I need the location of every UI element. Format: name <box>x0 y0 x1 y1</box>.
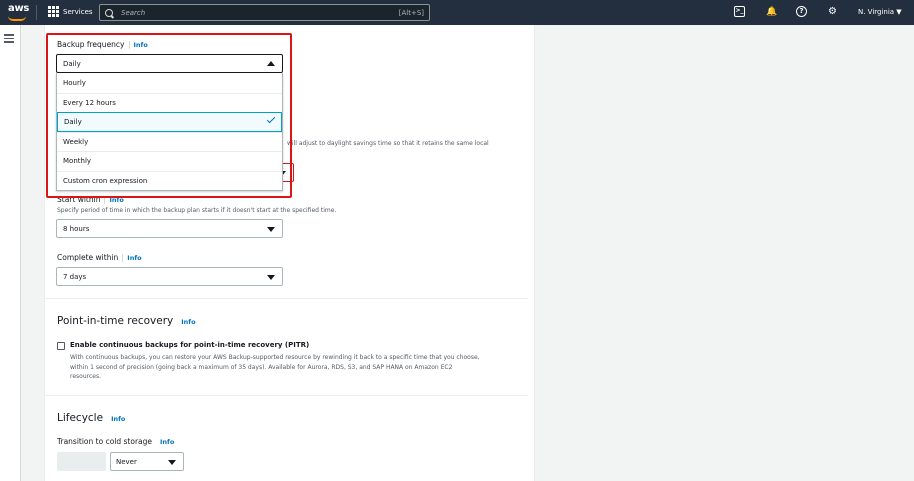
search-placeholder: Search <box>121 8 146 17</box>
search-shortcut-hint: [Alt+S] <box>398 8 424 17</box>
help-icon[interactable]: ? <box>796 6 807 17</box>
chevron-down-icon <box>168 460 176 465</box>
gear-icon[interactable]: ⚙ <box>828 6 837 18</box>
cold-storage-label-text: Transition to cold storage <box>57 437 152 446</box>
top-navigation-bar: aws Services Search [Alt+S] >_ 🔔 ? ⚙ N. … <box>0 0 914 25</box>
backup-frequency-select[interactable]: Daily <box>56 54 283 73</box>
backup-frequency-dropdown: Hourly Every 12 hours Daily Weekly Month… <box>56 73 283 191</box>
cold-storage-label: Transition to cold storage Info <box>57 437 174 446</box>
backup-frequency-label-text: Backup frequency <box>57 40 125 49</box>
option-label: Daily <box>64 117 82 126</box>
cold-storage-info-link[interactable]: Info <box>156 438 174 446</box>
start-within-value: 8 hours <box>63 224 90 233</box>
pitr-info-link[interactable]: Info <box>177 318 195 326</box>
lifecycle-heading: Lifecycle Info <box>57 412 125 424</box>
option-label: Every 12 hours <box>63 98 116 107</box>
option-monthly[interactable]: Monthly <box>57 151 282 171</box>
pitr-checkbox-label[interactable]: Enable continuous backups for point-in-t… <box>70 341 309 349</box>
checkmark-icon <box>266 114 276 124</box>
complete-within-info-link[interactable]: Info <box>122 254 142 262</box>
complete-within-select[interactable]: 7 days <box>56 267 283 286</box>
complete-within-label: Complete within Info <box>57 253 142 262</box>
complete-within-label-text: Complete within <box>57 253 119 262</box>
chevron-down-icon <box>267 275 275 280</box>
nav-divider <box>36 5 37 20</box>
option-hourly[interactable]: Hourly <box>57 73 282 93</box>
complete-within-value: 7 days <box>63 272 87 281</box>
pitr-checkbox[interactable] <box>57 342 65 350</box>
option-weekly[interactable]: Weekly <box>57 131 282 152</box>
cold-storage-number-input <box>57 452 106 471</box>
section-divider <box>44 298 528 299</box>
daylight-savings-note: will adjust to daylight savings time so … <box>287 140 489 147</box>
lifecycle-heading-text: Lifecycle <box>57 412 104 424</box>
section-divider <box>44 395 528 396</box>
start-within-select[interactable]: 8 hours <box>56 219 283 238</box>
aws-logo[interactable]: aws <box>8 3 29 14</box>
chevron-down-icon <box>267 227 275 232</box>
pitr-heading-text: Point-in-time recovery <box>57 315 174 327</box>
option-label: Custom cron expression <box>63 176 148 185</box>
left-rail <box>0 25 21 481</box>
pitr-description-line: With continuous backups, you can restore… <box>70 354 480 361</box>
region-selector[interactable]: N. Virginia ▼ <box>858 8 902 16</box>
cold-storage-value: Never <box>116 457 137 466</box>
option-label: Weekly <box>63 137 89 146</box>
pitr-description-line: within 1 second of precision (going back… <box>70 363 453 371</box>
option-label: Monthly <box>63 157 92 166</box>
option-every-12-hours[interactable]: Every 12 hours <box>57 92 282 113</box>
cold-storage-select[interactable]: Never <box>110 452 184 471</box>
services-label: Services <box>63 7 93 16</box>
hamburger-menu-icon[interactable] <box>4 34 14 43</box>
option-daily[interactable]: Daily <box>57 112 282 132</box>
backup-frequency-value: Daily <box>63 59 81 68</box>
grid-icon <box>48 6 59 17</box>
lifecycle-info-link[interactable]: Info <box>107 415 125 423</box>
cloudshell-icon[interactable]: >_ <box>734 6 745 17</box>
pitr-description: With continuous backups, you can restore… <box>70 353 480 382</box>
option-custom-cron-expression[interactable]: Custom cron expression <box>57 170 282 191</box>
bell-icon[interactable]: 🔔 <box>766 6 777 18</box>
start-within-description: Specify period of time in which the back… <box>57 207 337 214</box>
chevron-up-icon <box>267 61 275 66</box>
pitr-heading: Point-in-time recovery Info <box>57 315 196 327</box>
aws-logo-smile <box>8 16 26 21</box>
search-icon <box>105 8 113 17</box>
backup-frequency-label: Backup frequency Info <box>57 40 148 49</box>
services-menu-button[interactable]: Services <box>48 6 93 17</box>
option-label: Hourly <box>63 78 86 87</box>
search-input[interactable]: Search [Alt+S] <box>99 4 430 21</box>
backup-frequency-info-link[interactable]: Info <box>128 41 148 49</box>
pitr-description-line: resources. <box>70 373 101 380</box>
